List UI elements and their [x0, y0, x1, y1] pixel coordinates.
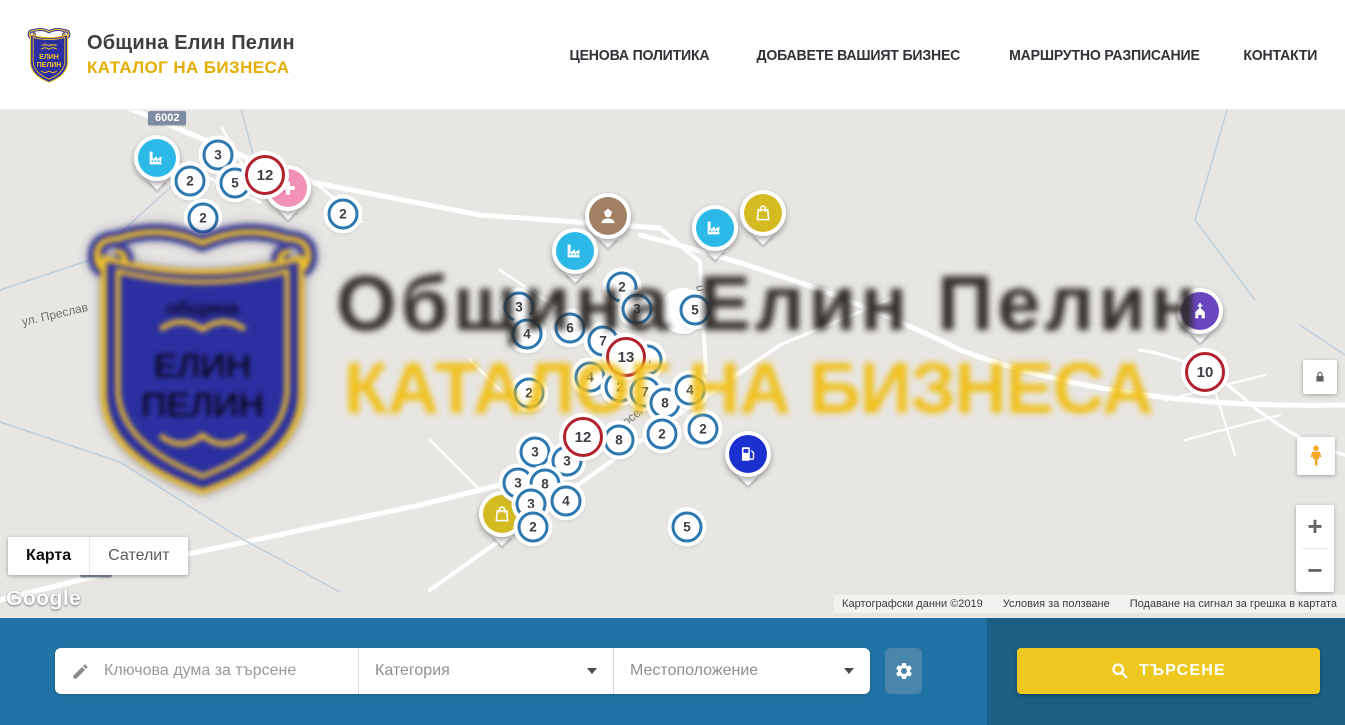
cluster-marker-10[interactable]: 10: [1185, 352, 1225, 392]
cluster-marker-2[interactable]: 2: [328, 199, 359, 230]
location-select[interactable]: Местоположение: [613, 648, 870, 694]
nav-item-4[interactable]: КОНТАКТИ: [1244, 47, 1318, 64]
attribution-text: Картографски данни ©2019: [842, 598, 983, 610]
search-fields-row: Категория Местоположение: [55, 648, 870, 694]
map-type-control: Карта Сателит: [8, 537, 188, 575]
zoom-in-button[interactable]: +: [1296, 505, 1334, 548]
keyword-search-input[interactable]: [102, 661, 342, 681]
factory-pin-marker[interactable]: [134, 135, 180, 181]
site-title: Община Елин Пелин: [87, 32, 295, 55]
map-attribution: Картографски данни ©2019 Условия за ползв…: [834, 595, 1345, 613]
attribution-link[interactable]: Условия за ползване: [1003, 598, 1110, 610]
keyword-field: [55, 648, 358, 694]
zoom-control: + −: [1296, 505, 1334, 592]
shopping-bag-pin-marker[interactable]: [740, 190, 786, 236]
nav-item-2[interactable]: ДОБАВЕТЕ ВАШИЯТ БИЗНЕС: [756, 47, 960, 64]
map-type-satellite-button[interactable]: Сателит: [89, 537, 187, 575]
crest-text-top: община: [41, 42, 57, 47]
attribution-link[interactable]: Подаване на сигнал за грешка в картата: [1130, 598, 1337, 610]
cluster-marker-8[interactable]: 8: [604, 425, 635, 456]
street-view-pegman-button[interactable]: [1297, 437, 1335, 475]
factory-pin-marker[interactable]: [552, 228, 598, 274]
cluster-marker-4[interactable]: 4: [675, 375, 706, 406]
markers-layer: 32512222356713534427842221283338342510: [0, 110, 1345, 618]
cluster-marker-2[interactable]: 2: [188, 203, 219, 234]
crest-text-line1: ЕЛИН: [39, 54, 59, 61]
crest-text-line2: ПЕЛИН: [37, 62, 62, 69]
cluster-marker-2[interactable]: 2: [514, 378, 545, 409]
cluster-marker-2[interactable]: 2: [518, 512, 549, 543]
search-icon: [1111, 662, 1129, 680]
logo-text: Община Елин Пелин КАТАЛОГ НА БИЗНЕСА: [87, 32, 295, 78]
advanced-settings-button[interactable]: [885, 648, 922, 694]
church-pin-marker[interactable]: [1177, 288, 1223, 334]
factory-pin-marker[interactable]: [692, 205, 738, 251]
gear-icon: [894, 661, 914, 681]
cluster-marker-2[interactable]: 2: [175, 166, 206, 197]
chevron-down-icon: [587, 668, 597, 674]
cluster-marker-4[interactable]: 4: [551, 486, 582, 517]
nav-item-1[interactable]: ЦЕНОВА ПОЛИТИКА: [570, 47, 710, 64]
cluster-marker-5[interactable]: 5: [680, 295, 711, 326]
zoom-out-button[interactable]: −: [1296, 549, 1334, 592]
main-nav: ЦЕНОВА ПОЛИТИКА ДОБАВЕТЕ ВАШИЯТ БИЗНЕС МАР…: [565, 0, 1320, 110]
map-type-map-button[interactable]: Карта: [8, 537, 89, 575]
cluster-marker-4[interactable]: 4: [575, 362, 606, 393]
page: община ЕЛИН ПЕЛИН Община Елин Пелин КАТА…: [0, 0, 1345, 725]
pencil-icon: [71, 662, 90, 681]
location-select-label: Местоположение: [630, 662, 758, 680]
cluster-marker-12[interactable]: 12: [245, 155, 285, 195]
google-logo[interactable]: Google: [6, 587, 81, 611]
cluster-marker-4[interactable]: 4: [512, 319, 543, 350]
pegman-icon: [1305, 443, 1327, 469]
cluster-marker-2[interactable]: 2: [647, 419, 678, 450]
fuel-pin-marker[interactable]: [725, 431, 771, 477]
cluster-marker-2[interactable]: 2: [688, 414, 719, 445]
cluster-marker-3[interactable]: 3: [203, 140, 234, 171]
municipality-crest-logo: община ЕЛИН ПЕЛИН: [27, 26, 71, 84]
cluster-marker-5[interactable]: 5: [672, 512, 703, 543]
site-logo[interactable]: община ЕЛИН ПЕЛИН Община Елин Пелин КАТА…: [27, 26, 295, 84]
map-canvas[interactable]: 6002105ул. Преславбул. „Новоселция" 3251…: [0, 110, 1345, 618]
cluster-marker-3[interactable]: 3: [520, 437, 551, 468]
search-button[interactable]: ТЪРСЕНЕ: [1017, 648, 1320, 694]
lock-icon: [1312, 369, 1328, 385]
chevron-down-icon: [844, 668, 854, 674]
cluster-marker-6[interactable]: 6: [555, 313, 586, 344]
category-select[interactable]: Категория: [358, 648, 613, 694]
search-bar: Категория Местоположение ТЪРСЕНЕ: [0, 618, 1345, 725]
header: община ЕЛИН ПЕЛИН Община Елин Пелин КАТА…: [0, 0, 1345, 110]
cluster-marker-12[interactable]: 12: [563, 417, 603, 457]
category-select-label: Категория: [375, 662, 450, 680]
cluster-marker-13[interactable]: 13: [606, 337, 646, 377]
search-button-label: ТЪРСЕНЕ: [1139, 662, 1226, 680]
lock-control-button[interactable]: [1303, 360, 1337, 394]
cluster-marker-3[interactable]: 3: [622, 294, 653, 325]
site-subtitle: КАТАЛОГ НА БИЗНЕСА: [87, 58, 295, 78]
nav-item-3[interactable]: МАРШРУТНО РАЗПИСАНИЕ: [1009, 47, 1200, 64]
